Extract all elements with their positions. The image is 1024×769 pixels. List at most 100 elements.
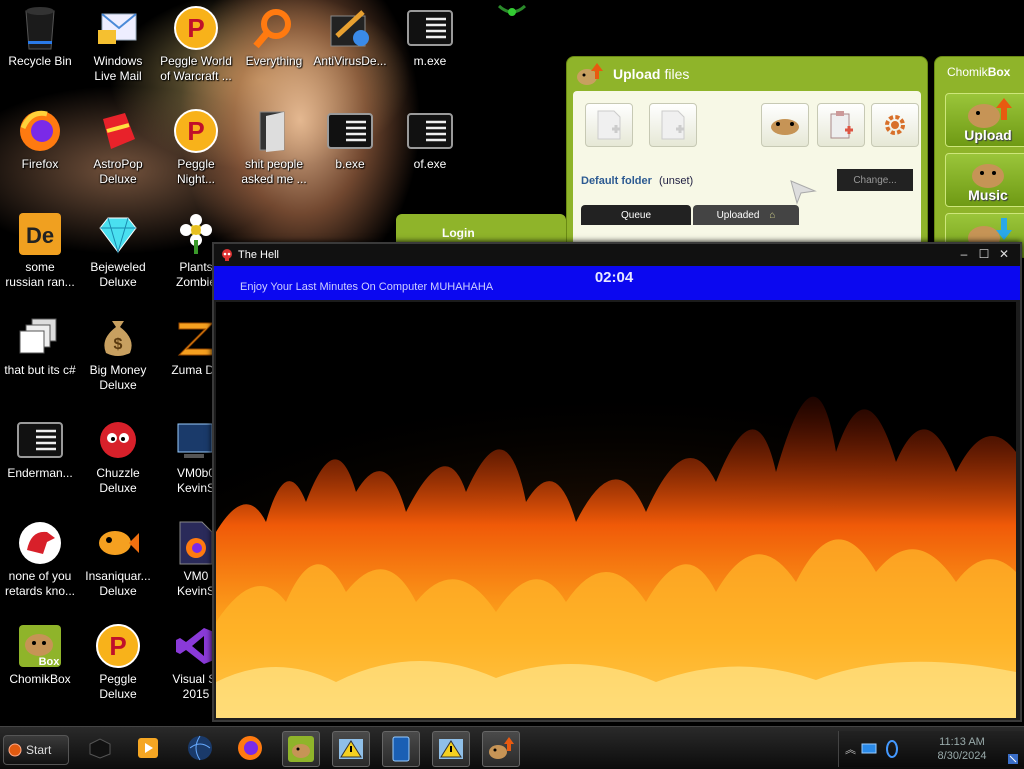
chomik-music-label: Music xyxy=(968,187,1008,203)
desktop-icon[interactable]: Firefox xyxy=(0,103,80,199)
warning-icon xyxy=(339,739,363,759)
clock[interactable]: 11:13 AM 8/30/2024 xyxy=(907,735,1017,763)
hell-window-title: The Hell xyxy=(238,249,279,261)
desktop-icon[interactable]: P Peggle Night... xyxy=(156,103,236,199)
maximize-button[interactable]: ☐ xyxy=(976,247,992,262)
door-icon xyxy=(250,107,298,155)
hamster-upload-icon xyxy=(968,98,1012,128)
hamster-upload-icon xyxy=(489,737,514,759)
add-folder-icon xyxy=(661,110,685,140)
default-folder-value[interactable]: (unset) xyxy=(659,175,693,187)
taskbar-cube-app[interactable] xyxy=(82,731,118,765)
hamster-button[interactable] xyxy=(761,103,809,147)
show-desktop-icon[interactable] xyxy=(1007,753,1019,765)
money-bag-icon: $ xyxy=(94,313,142,361)
taskbar-media-player[interactable] xyxy=(130,731,166,765)
tab-uploaded[interactable]: Uploaded ⌂ xyxy=(693,205,799,225)
svg-text:P: P xyxy=(187,13,204,43)
desktop-icon[interactable]: Bejeweled Deluxe xyxy=(78,206,158,302)
start-button[interactable]: Start xyxy=(3,735,69,765)
hamster-upload-icon xyxy=(577,63,603,85)
desktop-icon[interactable]: that but its c# xyxy=(0,309,80,405)
chomik-music-button[interactable]: Music xyxy=(945,153,1024,207)
desktop-icon[interactable]: AntiVirusDe... xyxy=(310,0,390,96)
desktop-icon-label: Enderman... xyxy=(7,466,73,480)
add-file-icon xyxy=(597,110,621,140)
desktop-icon-label: Chuzzle Deluxe xyxy=(96,466,140,495)
start-label: Start xyxy=(26,743,52,757)
chomik-upload-button[interactable]: Upload xyxy=(945,93,1024,147)
speaker-icon[interactable] xyxy=(885,740,899,758)
desktop: Recycle Bin Windows Live Mail P Peggle Worl… xyxy=(0,0,1024,726)
desktop-icon[interactable]: Box ChomikBox xyxy=(0,618,80,714)
dino-icon xyxy=(16,519,64,567)
desktop-icon[interactable]: Everything xyxy=(234,0,314,96)
fire-image xyxy=(216,302,1016,718)
mail-icon xyxy=(94,4,142,52)
desktop-icon[interactable]: none of you retards kno... xyxy=(0,515,80,611)
desktop-icon[interactable]: shit people asked me ... xyxy=(234,103,314,199)
desktop-icon[interactable]: b.exe xyxy=(310,103,390,199)
chomik-upload-label: Upload xyxy=(964,127,1012,143)
system-tray: ︽ 11:13 AM 8/30/2024 xyxy=(838,731,1024,767)
peggle-icon: P xyxy=(94,622,142,670)
clock-time: 11:13 AM xyxy=(939,736,985,748)
desktop-icon-label: shit people asked me ... xyxy=(241,157,307,186)
chuzzle-icon xyxy=(94,416,142,464)
desktop-icon[interactable]: P Peggle World of Warcraft ... xyxy=(156,0,236,96)
firefox-icon xyxy=(238,736,262,760)
desktop-icon[interactable]: De some russian ran... xyxy=(0,206,80,302)
hamster-icon: Box xyxy=(16,622,64,670)
fire-artwork xyxy=(216,302,1016,718)
hell-titlebar[interactable]: The Hell – ☐ ✕ xyxy=(214,244,1020,266)
recycle-bin-icon xyxy=(16,4,64,52)
gear-icon xyxy=(885,115,905,135)
media-player-icon xyxy=(138,738,158,758)
taskbar-warning-app-2[interactable] xyxy=(432,731,470,767)
taskbar-tablet-app[interactable] xyxy=(382,731,420,767)
desktop-icon-label: Insaniquar... Deluxe xyxy=(85,569,151,598)
taskbar-browser[interactable] xyxy=(182,731,218,765)
desktop-icon[interactable]: Recycle Bin xyxy=(0,0,80,96)
close-button[interactable]: ✕ xyxy=(996,247,1012,262)
desktop-icon[interactable]: P Peggle Deluxe xyxy=(78,618,158,714)
svg-text:Box: Box xyxy=(39,656,61,668)
start-orb-icon xyxy=(8,743,22,757)
taskbar-firefox[interactable] xyxy=(232,731,268,765)
desktop-icon[interactable]: AstroPop Deluxe xyxy=(78,103,158,199)
hamster-icon xyxy=(771,119,799,135)
upload-tabs: Queue Uploaded ⌂ xyxy=(581,205,913,225)
tray-chevron-up-icon[interactable]: ︽ xyxy=(845,741,856,757)
settings-button[interactable] xyxy=(871,103,919,147)
desktop-icon[interactable]: Enderman... xyxy=(0,412,80,508)
default-folder-label: Default folder xyxy=(581,175,652,187)
taskbar-warning-app[interactable] xyxy=(332,731,370,767)
console-icon xyxy=(406,4,454,52)
desktop-icon[interactable]: $ Big Money Deluxe xyxy=(78,309,158,405)
svg-text:P: P xyxy=(187,116,204,146)
desktop-icon[interactable]: of.exe xyxy=(390,103,470,199)
add-folder-button[interactable] xyxy=(649,103,697,147)
windows-stack-icon xyxy=(16,313,64,361)
monitor-icon[interactable] xyxy=(861,743,877,755)
desktop-icon[interactable]: Windows Live Mail xyxy=(78,0,158,96)
search-icon xyxy=(250,4,298,52)
login-panel[interactable]: Login xyxy=(396,214,566,244)
desktop-icon-label: Peggle World of Warcraft ... xyxy=(160,54,232,83)
desktop-icon-label: that but its c# xyxy=(4,363,76,377)
add-file-button[interactable] xyxy=(585,103,633,147)
desktop-icon-label: AntiVirusDe... xyxy=(313,54,387,68)
desktop-icon-label: AstroPop Deluxe xyxy=(93,157,143,186)
gem-icon xyxy=(94,210,142,258)
paste-button[interactable] xyxy=(817,103,865,147)
upload-title-rest: files xyxy=(664,66,690,82)
desktop-icon-label: ChomikBox xyxy=(9,672,71,686)
desktop-icon[interactable]: m.exe xyxy=(390,0,470,96)
change-folder-button[interactable]: Change... xyxy=(837,169,913,191)
minimize-button[interactable]: – xyxy=(956,247,972,262)
desktop-icon[interactable]: Insaniquar... Deluxe xyxy=(78,515,158,611)
tab-queue[interactable]: Queue xyxy=(581,205,691,225)
desktop-icon[interactable]: Chuzzle Deluxe xyxy=(78,412,158,508)
taskbar-chomik-upload[interactable] xyxy=(482,731,520,767)
taskbar-chomikbox[interactable] xyxy=(282,731,320,767)
